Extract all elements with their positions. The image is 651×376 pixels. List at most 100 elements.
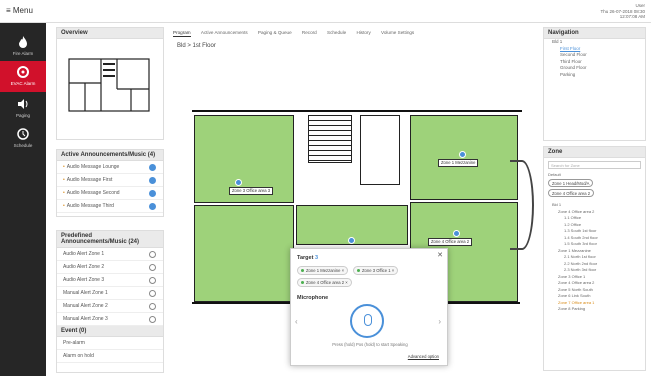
chip-label: Zone 3 Office 1 × (362, 268, 395, 273)
nav-evac-label: EVAC Alarm (10, 81, 36, 86)
overview-title: Overview (57, 28, 163, 39)
tab-bar: Program Active Announcements Paging & Qu… (173, 30, 538, 40)
playing-icon[interactable] (149, 177, 156, 184)
target-count: 3 (314, 255, 318, 261)
nav-paging[interactable]: Paging (0, 93, 46, 124)
menu-button[interactable]: ≡ Menu (6, 6, 33, 15)
zone-pin-icon[interactable] (235, 179, 242, 186)
speaker-icon (18, 99, 28, 109)
chip-dot-icon (301, 281, 304, 284)
curved-wall (510, 160, 534, 250)
zone-area[interactable] (194, 205, 294, 302)
item-label: Audio Alert Zone 1 (63, 251, 105, 257)
zone-tree-item[interactable]: Zone 8 Parking (552, 306, 645, 313)
item-label: Alarm on hold (63, 353, 94, 359)
nav-fire-label: Fire Alarm (12, 51, 34, 56)
playing-icon[interactable] (149, 164, 156, 171)
item-label: Audio Message First (66, 177, 113, 183)
tab-active-announcements[interactable]: Active Announcements (201, 30, 248, 35)
list-item[interactable]: • Audio Message Lounge (57, 161, 163, 174)
list-item[interactable]: Audio Alert Zone 1 (57, 248, 163, 261)
zone-label[interactable]: Zone 4 Office area 2 (428, 238, 473, 246)
status-dot-icon: • (63, 177, 65, 183)
zone-filter-button[interactable]: Zone 1 Head/Mod/A (548, 179, 594, 187)
play-icon[interactable] (149, 264, 156, 271)
target-title: Target 3 (297, 255, 318, 261)
breadcrumb: Bld > 1st Floor (177, 43, 216, 49)
overview-minimap[interactable] (57, 39, 163, 139)
alarm-bell-icon (17, 66, 29, 78)
tab-program[interactable]: Program (173, 30, 191, 37)
flame-icon (19, 36, 27, 48)
list-item[interactable]: • Audio Message First (57, 174, 163, 187)
zone-pin-icon[interactable] (459, 151, 466, 158)
zone-title: Zone (544, 147, 645, 158)
play-icon[interactable] (149, 303, 156, 310)
item-label: Audio Message Lounge (66, 164, 120, 170)
status-dot-icon: • (63, 164, 65, 170)
nav-fire-alarm[interactable]: Fire Alarm (0, 31, 46, 62)
tab-history[interactable]: History (356, 30, 370, 35)
zone-search-input[interactable]: Search for Zone (548, 161, 641, 169)
nav-tree-item[interactable]: Parking (544, 72, 645, 79)
zone-panel: Zone Search for Zone Default Zone 1 Head… (543, 146, 646, 371)
zone-pin-icon[interactable] (348, 237, 355, 244)
chip-label: Zone 1 Mezzanine × (306, 268, 345, 273)
list-item[interactable]: Alarm on hold (57, 350, 163, 363)
status-dot-icon: • (63, 190, 65, 196)
zone-filter-button[interactable]: Zone 4 Office area 2 (548, 189, 595, 197)
status-dot-icon: • (63, 203, 65, 209)
zone-tree: Bld 1 Zone 4 Office area 2 1.1 Office 1.… (544, 199, 645, 313)
nav-schedule[interactable]: Schedule (0, 123, 46, 154)
top-status: User Thu 26-07-2018 08:30 12:07:08 AM (600, 3, 645, 20)
playing-icon[interactable] (149, 190, 156, 197)
item-label: Audio Message Second (66, 190, 120, 196)
tab-record[interactable]: Record (302, 30, 317, 35)
wall (192, 110, 522, 112)
target-chip[interactable]: Zone 1 Mezzanine × (297, 266, 349, 275)
navigation-panel: Navigation Bld 1 First Floor Second Floo… (543, 27, 646, 141)
list-item[interactable]: • Audio Message Third (57, 200, 163, 213)
play-icon[interactable] (149, 251, 156, 258)
item-label: Pre-alarm (63, 340, 85, 346)
tab-paging-queue[interactable]: Paging & Queue (258, 30, 292, 35)
play-icon[interactable] (149, 316, 156, 323)
chevron-right-icon[interactable]: › (438, 317, 441, 326)
playing-icon[interactable] (149, 203, 156, 210)
list-item[interactable]: • Audio Message Second (57, 187, 163, 200)
close-icon[interactable]: ✕ (437, 251, 443, 259)
zone-pin-icon[interactable] (453, 230, 460, 237)
play-icon[interactable] (149, 290, 156, 297)
chevron-left-icon[interactable]: ‹ (295, 317, 298, 326)
target-chip[interactable]: Zone 4 Office area 2 × (297, 278, 352, 287)
corridor (360, 115, 400, 185)
predefined-panel: Predefined Announcements/Music (24) Audi… (56, 230, 164, 373)
list-item[interactable]: Audio Alert Zone 2 (57, 261, 163, 274)
time-label: 12:07:08 AM (619, 14, 645, 19)
list-item[interactable]: Manual Alert Zone 3 (57, 313, 163, 326)
nav-paging-label: Paging (15, 113, 30, 118)
clock-icon (17, 128, 29, 140)
chip-dot-icon (357, 269, 360, 272)
target-chip[interactable]: Zone 3 Office 1 × (353, 266, 399, 275)
microphone-button[interactable] (350, 304, 384, 338)
item-label: Manual Alert Zone 1 (63, 290, 108, 296)
list-item[interactable]: Pre-alarm (57, 337, 163, 350)
item-label: Audio Alert Zone 2 (63, 264, 105, 270)
top-bar: ≡ Menu User Thu 26-07-2018 08:30 12:07:0… (0, 0, 651, 23)
default-label: Default (548, 172, 561, 177)
list-item[interactable]: Audio Alert Zone 3 (57, 274, 163, 287)
nav-evac-alarm[interactable]: EVAC Alarm (0, 61, 46, 92)
zone-label[interactable]: Zone 1 Mezzanine (438, 159, 479, 167)
navigation-title: Navigation (544, 28, 645, 39)
microphone-title: Microphone (297, 295, 329, 301)
tab-schedule[interactable]: Schedule (327, 30, 346, 35)
play-icon[interactable] (149, 277, 156, 284)
tab-volume-settings[interactable]: Volume Settings (381, 30, 414, 35)
list-item[interactable]: Manual Alert Zone 2 (57, 300, 163, 313)
events-title: Event (0) (57, 326, 163, 337)
target-label: Target (297, 255, 314, 261)
zone-label[interactable]: Zone 3 Office area 3 (229, 187, 274, 195)
advanced-option-link[interactable]: Advanced option (408, 354, 439, 359)
list-item[interactable]: Manual Alert Zone 1 (57, 287, 163, 300)
